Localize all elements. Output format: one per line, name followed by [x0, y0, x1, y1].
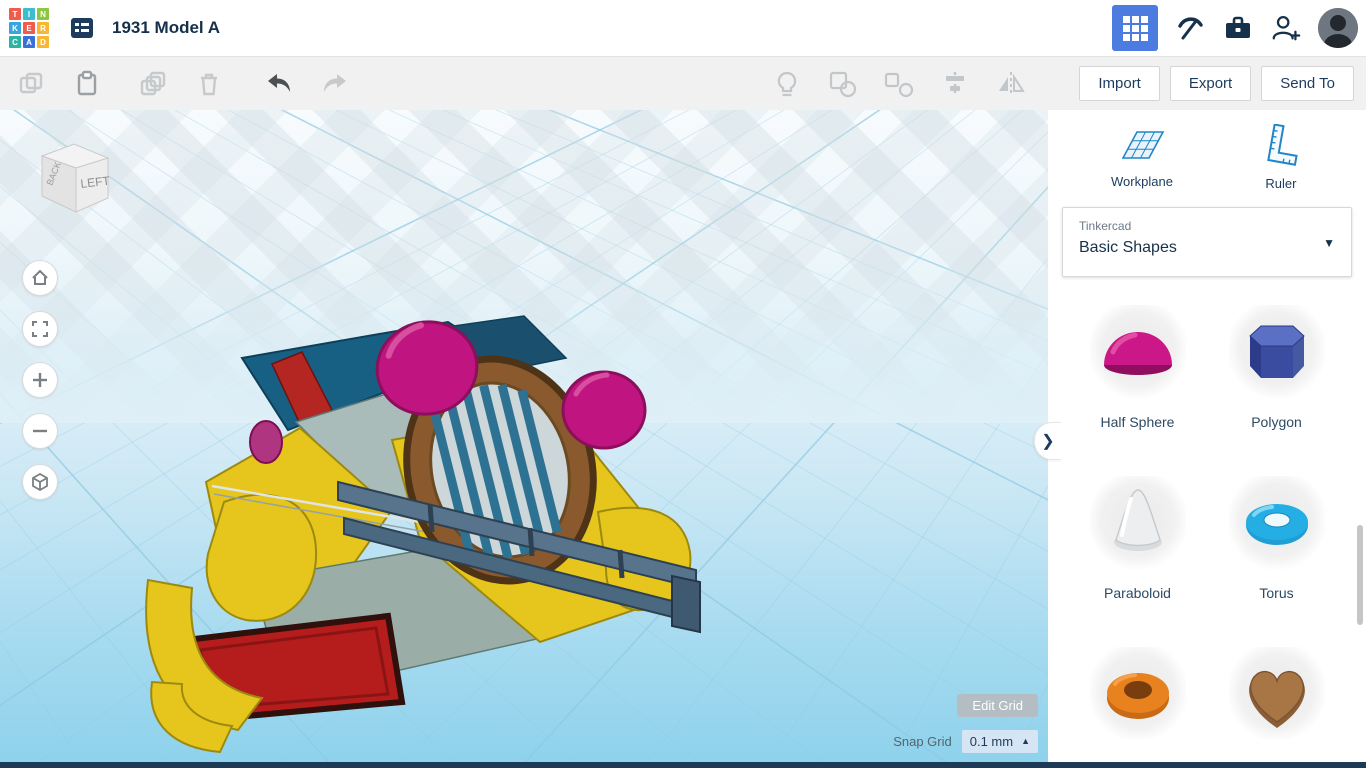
heart-icon	[1232, 650, 1322, 740]
shape-tube[interactable]	[1068, 647, 1207, 743]
snap-grid-value: 0.1 mm	[970, 734, 1013, 749]
undo-icon[interactable]	[264, 69, 294, 99]
tinkercad-app: T I N K E R C A D 1931 Model A	[0, 0, 1366, 768]
delete-icon[interactable]	[194, 69, 224, 99]
library-selected: Basic Shapes	[1079, 239, 1335, 257]
header-right	[1112, 0, 1358, 56]
panel-collapse-button[interactable]: ❯	[1034, 422, 1061, 460]
shapes-panel: Workplane Ruler Tinkerc	[1048, 110, 1366, 762]
shape-generators-lightbulb-icon[interactable]	[772, 69, 802, 99]
polygon-icon	[1232, 308, 1322, 398]
user-avatar[interactable]	[1318, 8, 1358, 48]
duplicate-icon[interactable]	[138, 69, 168, 99]
shape-paraboloid[interactable]: Paraboloid	[1068, 476, 1207, 601]
import-button[interactable]: Import	[1079, 66, 1160, 101]
tube-icon	[1093, 650, 1183, 740]
home-view-button[interactable]	[22, 260, 58, 296]
align-icon[interactable]	[940, 69, 970, 99]
fit-view-button[interactable]	[22, 311, 58, 347]
edit-grid-button[interactable]: Edit Grid	[957, 694, 1038, 717]
toolbox-icon[interactable]	[1222, 12, 1254, 44]
bottom-bar	[0, 762, 1366, 768]
header: T I N K E R C A D 1931 Model A	[0, 0, 1366, 57]
panel-scrollbar[interactable]	[1357, 525, 1363, 625]
logo-tile: K	[9, 22, 21, 34]
3d-viewport[interactable]: BACK LEFT	[0, 110, 1048, 762]
logo-tile: A	[23, 36, 35, 48]
copy-icon[interactable]	[16, 69, 46, 99]
workplane-tool[interactable]: Workplane	[1111, 124, 1173, 191]
shape-polygon[interactable]: Polygon	[1207, 305, 1346, 430]
page-title: 1931 Model A	[112, 0, 220, 56]
ruler-label: Ruler	[1265, 176, 1296, 191]
redo-icon[interactable]	[320, 69, 350, 99]
shape-library-dropdown[interactable]: Tinkercad Basic Shapes ▼	[1062, 207, 1352, 277]
shape-grid: Half Sphere Polygon	[1048, 277, 1366, 743]
half-sphere-icon	[1093, 308, 1183, 398]
logo-tile: T	[9, 8, 21, 20]
library-brand: Tinkercad	[1079, 219, 1335, 233]
ruler-icon	[1259, 124, 1303, 168]
export-button[interactable]: Export	[1170, 66, 1251, 101]
invite-person-icon[interactable]	[1270, 12, 1302, 44]
toolbar: Import Export Send To	[0, 57, 1366, 110]
shape-heart[interactable]	[1207, 647, 1346, 743]
viewport-nav	[22, 260, 58, 500]
snap-grid-label: Snap Grid	[893, 734, 952, 749]
logo-tile: E	[23, 22, 35, 34]
logo-tile: C	[9, 36, 21, 48]
paste-icon[interactable]	[72, 69, 102, 99]
logo-tile: R	[37, 22, 49, 34]
logo-tile: I	[23, 8, 35, 20]
zoom-in-button[interactable]	[22, 362, 58, 398]
paraboloid-icon	[1093, 479, 1183, 569]
ruler-tool[interactable]: Ruler	[1259, 124, 1303, 191]
chevron-up-icon: ▲	[1021, 737, 1030, 746]
ungroup-icon[interactable]	[884, 69, 914, 99]
tinkercad-logo[interactable]: T I N K E R C A D	[9, 8, 49, 48]
logo-tile: N	[37, 8, 49, 20]
shape-half-sphere[interactable]: Half Sphere	[1068, 305, 1207, 430]
chevron-down-icon: ▼	[1323, 236, 1335, 250]
chevron-right-icon: ❯	[1041, 431, 1054, 451]
model-1931-model-a[interactable]	[0, 110, 1048, 762]
design-menu-icon[interactable]	[68, 14, 96, 42]
zoom-out-button[interactable]	[22, 413, 58, 449]
group-icon[interactable]	[828, 69, 858, 99]
perspective-toggle-button[interactable]	[22, 464, 58, 500]
snap-grid-select[interactable]: 0.1 mm ▲	[962, 730, 1038, 753]
dashboard-grid-icon[interactable]	[1112, 5, 1158, 51]
logo-tile: D	[37, 36, 49, 48]
mirror-icon[interactable]	[996, 69, 1026, 99]
workplane-icon	[1118, 124, 1166, 166]
pickaxe-icon[interactable]	[1174, 12, 1206, 44]
view-cube[interactable]: BACK LEFT	[22, 136, 126, 224]
shape-torus[interactable]: Torus	[1207, 476, 1346, 601]
send-to-button[interactable]: Send To	[1261, 66, 1354, 101]
torus-icon	[1232, 479, 1322, 569]
workplane-label: Workplane	[1111, 174, 1173, 189]
